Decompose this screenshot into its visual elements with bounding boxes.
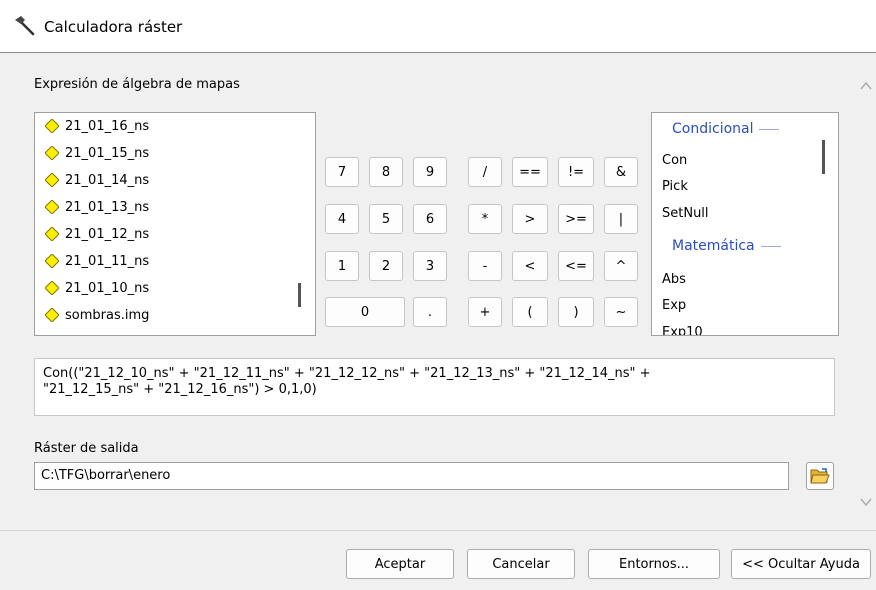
key-9[interactable]: 9 <box>413 157 447 187</box>
raster-layer-icon <box>45 254 59 268</box>
ok-button[interactable]: Aceptar <box>346 549 454 579</box>
raster-layer-icon <box>45 146 59 160</box>
layer-item[interactable]: 21_01_15_ns <box>45 142 149 164</box>
layer-item[interactable]: 21_01_11_ns <box>45 250 149 272</box>
raster-layer-icon <box>45 227 59 241</box>
footer-divider <box>0 530 876 531</box>
title-bar: Calculadora ráster <box>0 0 876 53</box>
raster-layer-icon <box>45 200 59 214</box>
output-label: Ráster de salida <box>34 441 139 456</box>
cancel-button[interactable]: Cancelar <box>467 549 575 579</box>
hammer-icon <box>15 16 35 36</box>
category-divider <box>760 245 781 247</box>
functions-list[interactable]: Condicional Con Pick SetNull Matemática … <box>651 112 839 336</box>
title-divider <box>0 52 876 53</box>
chevron-up-icon[interactable] <box>858 78 874 94</box>
key-7[interactable]: 7 <box>325 157 359 187</box>
function-abs[interactable]: Abs <box>662 272 686 287</box>
layer-item[interactable]: 21_01_13_ns <box>45 196 149 218</box>
key-and[interactable]: & <box>604 157 638 187</box>
expression-editor[interactable]: Con(("21_12_10_ns" + "21_12_11_ns" + "21… <box>34 358 835 416</box>
key-3[interactable]: 3 <box>413 251 447 281</box>
window-title: Calculadora ráster <box>44 18 183 36</box>
key-minus[interactable]: - <box>468 251 502 281</box>
layer-item[interactable]: 21_01_12_ns <box>45 223 149 245</box>
key-plus[interactable]: + <box>468 297 502 327</box>
function-con[interactable]: Con <box>662 153 687 168</box>
category-conditional[interactable]: Condicional <box>672 121 780 137</box>
raster-layer-icon <box>45 308 59 322</box>
key-5[interactable]: 5 <box>369 204 403 234</box>
layers-list[interactable]: 21_01_16_ns 21_01_15_ns 21_01_14_ns 21_0… <box>34 112 316 336</box>
folder-open-icon <box>810 468 830 484</box>
function-setnull[interactable]: SetNull <box>662 206 709 221</box>
hide-help-button[interactable]: << Ocultar Ayuda <box>731 549 871 579</box>
key-not-equal[interactable]: != <box>558 157 594 187</box>
chevron-down-icon[interactable] <box>858 494 874 510</box>
function-exp10[interactable]: Exp10 <box>662 325 703 335</box>
key-less[interactable]: < <box>512 251 548 281</box>
raster-layer-icon <box>45 173 59 187</box>
layer-item[interactable]: sombras.img <box>45 304 149 326</box>
key-or[interactable]: | <box>604 204 638 234</box>
key-6[interactable]: 6 <box>413 204 447 234</box>
layers-scrollbar[interactable] <box>289 113 313 333</box>
key-left-paren[interactable]: ( <box>512 297 548 327</box>
browse-button[interactable] <box>806 462 834 490</box>
key-not[interactable]: ~ <box>604 297 638 327</box>
key-1[interactable]: 1 <box>325 251 359 281</box>
function-pick[interactable]: Pick <box>662 179 688 194</box>
environments-button[interactable]: Entornos... <box>588 549 720 579</box>
layers-scrollbar-thumb[interactable] <box>298 283 301 307</box>
key-multiply[interactable]: * <box>468 204 502 234</box>
key-equal[interactable]: == <box>512 157 548 187</box>
key-0[interactable]: 0 <box>325 297 405 327</box>
output-raster-field[interactable]: C:\TFG\borrar\enero <box>34 462 789 490</box>
layer-item[interactable]: 21_01_14_ns <box>45 169 149 191</box>
raster-layer-icon <box>45 119 59 133</box>
key-2[interactable]: 2 <box>369 251 403 281</box>
raster-layer-icon <box>45 281 59 295</box>
key-4[interactable]: 4 <box>325 204 359 234</box>
function-exp[interactable]: Exp <box>662 298 686 313</box>
key-divide[interactable]: / <box>468 157 502 187</box>
key-less-equal[interactable]: <= <box>558 251 594 281</box>
key-right-paren[interactable]: ) <box>558 297 594 327</box>
expression-label: Expresión de álgebra de mapas <box>34 77 240 92</box>
key-dot[interactable]: . <box>413 297 447 327</box>
key-greater-equal[interactable]: >= <box>558 204 594 234</box>
layer-item[interactable]: 21_01_16_ns <box>45 115 149 137</box>
layer-item[interactable]: 21_01_10_ns <box>45 277 149 299</box>
category-math[interactable]: Matemática <box>672 238 781 254</box>
functions-scrollbar-thumb[interactable] <box>822 140 825 174</box>
key-xor[interactable]: ^ <box>604 251 638 281</box>
key-greater[interactable]: > <box>512 204 548 234</box>
category-divider <box>759 128 780 130</box>
key-8[interactable]: 8 <box>369 157 403 187</box>
